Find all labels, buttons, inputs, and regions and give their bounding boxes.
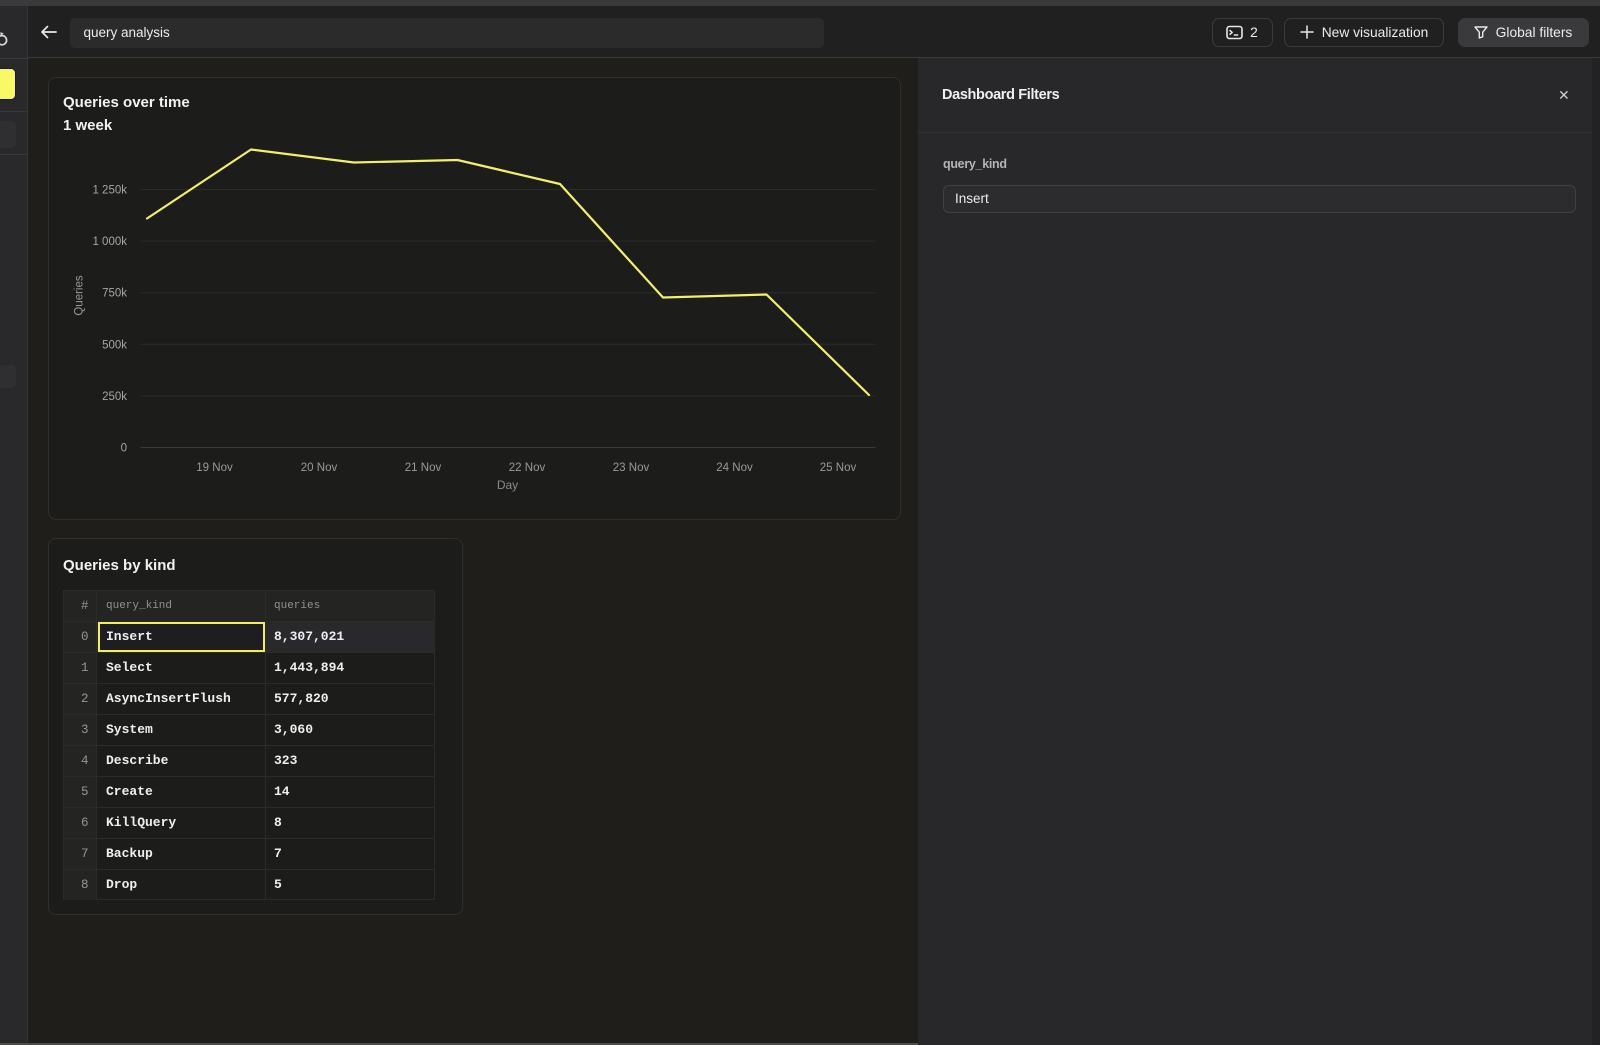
svg-text:0: 0: [120, 442, 126, 454]
svg-text:1 250k: 1 250k: [92, 184, 127, 196]
svg-text:750k: 750k: [102, 287, 127, 299]
svg-text:250k: 250k: [102, 390, 127, 402]
svg-text:19 Nov: 19 Nov: [196, 462, 233, 474]
svg-text:Day: Day: [496, 478, 517, 492]
svg-text:500k: 500k: [102, 339, 127, 351]
svg-text:21 Nov: 21 Nov: [404, 462, 441, 474]
svg-text:1 000k: 1 000k: [92, 236, 127, 248]
svg-text:Queries: Queries: [73, 275, 85, 316]
svg-text:20 Nov: 20 Nov: [300, 462, 337, 474]
svg-text:25 Nov: 25 Nov: [819, 462, 856, 474]
svg-text:24 Nov: 24 Nov: [716, 462, 753, 474]
svg-text:23 Nov: 23 Nov: [612, 462, 649, 474]
svg-text:22 Nov: 22 Nov: [508, 462, 545, 474]
